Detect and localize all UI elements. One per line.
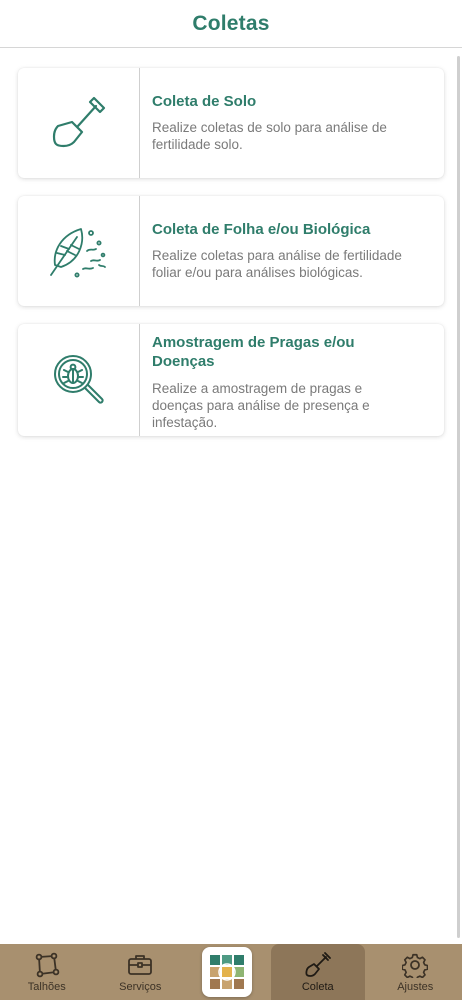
- card-pest-disease-sampling[interactable]: Amostragem de Pragas e/ou Doenças Realiz…: [18, 324, 444, 436]
- nav-label: Ajustes: [397, 981, 434, 993]
- bottom-navigation: Talhões Serviços Coleta Ajustes: [0, 944, 462, 1000]
- app-logo-button[interactable]: [202, 947, 252, 997]
- card-description: Realize coletas para análise de fertilid…: [152, 248, 402, 280]
- leaf-bugs-icon: [49, 228, 106, 278]
- briefcase-icon: [128, 955, 153, 975]
- nav-item-coleta[interactable]: Coleta: [271, 944, 365, 1000]
- card-body: Coleta de Solo Realize coletas de solo p…: [140, 68, 444, 178]
- card-title: Coleta de Folha e/ou Biológica: [152, 221, 371, 238]
- polygon-icon: [35, 952, 60, 978]
- shovel-icon: [305, 952, 331, 977]
- card-icon-container: [18, 196, 140, 306]
- shovel-icon: [52, 96, 105, 148]
- nav-item-ajustes[interactable]: Ajustes: [369, 944, 462, 1000]
- scrollbar[interactable]: [457, 56, 460, 938]
- nav-label: Talhões: [27, 981, 66, 993]
- card-body: Amostragem de Pragas e/ou Doenças Realiz…: [140, 324, 444, 436]
- bug-magnifier-icon: [53, 355, 104, 404]
- card-title: Coleta de Solo: [152, 93, 257, 110]
- card-icon-container: [18, 68, 140, 178]
- nav-item-servicos[interactable]: Serviços: [94, 944, 188, 1000]
- card-leaf-biological-collection[interactable]: Coleta de Folha e/ou Biológica Realize c…: [18, 196, 444, 306]
- nav-label: Serviços: [119, 981, 162, 993]
- card-description: Realize coletas de solo para análise de …: [152, 120, 387, 152]
- card-soil-collection[interactable]: Coleta de Solo Realize coletas de solo p…: [18, 68, 444, 178]
- nav-item-talhoes[interactable]: Talhões: [0, 944, 94, 1000]
- gear-icon: [402, 953, 429, 978]
- card-body: Coleta de Folha e/ou Biológica Realize c…: [140, 196, 444, 306]
- nav-label: Coleta: [301, 981, 334, 993]
- card-description: Realize a amostragem de pragas e doenças…: [152, 381, 370, 430]
- app-logo-icon: [210, 955, 244, 989]
- collection-cards: Coleta de Solo Realize coletas de solo p…: [18, 68, 444, 454]
- card-icon-container: [18, 324, 140, 436]
- app-header: Coletas: [0, 0, 462, 48]
- card-title: Amostragem de Pragas e/ou Doenças: [152, 334, 355, 370]
- page-title: Coletas: [192, 11, 270, 35]
- nav-item-home[interactable]: [187, 944, 267, 1000]
